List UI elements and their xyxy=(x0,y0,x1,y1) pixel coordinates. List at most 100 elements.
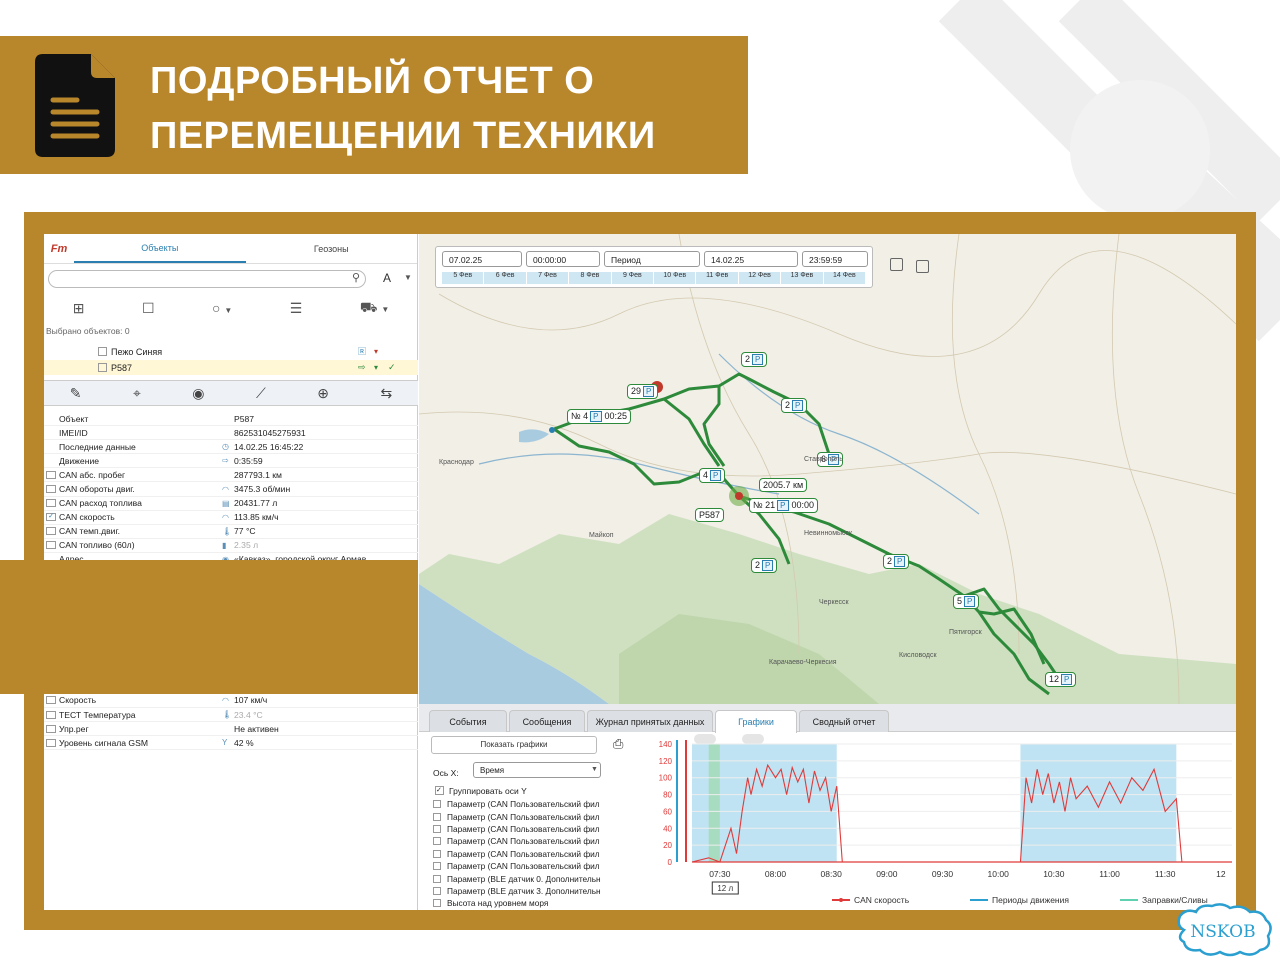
param-checkbox[interactable] xyxy=(433,899,441,908)
show-graphs-button[interactable]: Показать графики xyxy=(431,736,597,754)
label-text: 2 xyxy=(887,556,893,566)
arrow-up-circle-icon[interactable]: ⊕ xyxy=(317,385,329,402)
tab-events[interactable]: События xyxy=(429,710,507,732)
param-checkbox[interactable] xyxy=(433,862,441,871)
eye-icon[interactable]: ◉ xyxy=(192,385,204,402)
day-cell[interactable]: 11 Фев xyxy=(696,272,739,284)
circle-select-icon[interactable]: ○ ▼ xyxy=(212,300,232,316)
edit-icon[interactable]: ✎ xyxy=(70,385,82,402)
tab-summary[interactable]: Сводный отчет xyxy=(799,710,889,732)
chevron-down-icon[interactable]: ▼ xyxy=(404,273,412,282)
day-cell[interactable]: 6 Фев xyxy=(484,272,527,284)
day-cell[interactable]: 13 Фев xyxy=(781,272,824,284)
property-checkbox[interactable] xyxy=(46,724,56,733)
property-checkbox[interactable] xyxy=(46,527,56,536)
param-row[interactable]: Параметр (BLE датчик 3. Дополнительн xyxy=(433,885,631,897)
param-row[interactable]: Параметр (CAN Пользовательский фил xyxy=(433,823,631,835)
property-value: 287793.1 км xyxy=(234,469,282,480)
map-point-label[interactable]: 29 P xyxy=(627,384,659,399)
param-row[interactable]: Параметр (CAN Пользовательский фил xyxy=(433,860,631,872)
map-point-label[interactable]: № 21 P 00:00 xyxy=(749,498,819,513)
param-row[interactable]: Параметр (BLE датчик 0. Дополнительн xyxy=(433,872,631,884)
param-label: Параметр (CAN Пользовательский фил xyxy=(447,836,600,847)
day-cell[interactable]: 14 Фев xyxy=(823,272,867,284)
day-cell[interactable]: 9 Фев xyxy=(611,272,655,284)
map-point-label[interactable]: № 4 P 00:25 xyxy=(567,409,632,424)
day-cell[interactable]: 5 Фев xyxy=(442,272,485,284)
tab-data-log[interactable]: Журнал принятых данных xyxy=(587,710,713,732)
property-checkbox[interactable] xyxy=(46,470,56,479)
param-checkbox[interactable] xyxy=(433,800,441,809)
map-point-label[interactable]: 12 P xyxy=(1045,672,1077,687)
property-checkbox[interactable]: ✓ xyxy=(46,513,56,522)
sort-icon[interactable]: A xyxy=(383,271,391,285)
vehicle-icon[interactable]: ⛟ ▼ xyxy=(360,299,389,318)
tab-objects[interactable]: Объекты xyxy=(74,234,246,263)
object-checkbox[interactable] xyxy=(98,347,107,356)
day-cell[interactable]: 12 Фев xyxy=(738,272,782,284)
square-select-icon[interactable]: ☐ xyxy=(142,300,155,317)
map-point-label[interactable]: 4P xyxy=(699,468,726,483)
graph-icon[interactable]: ⟋ xyxy=(256,385,266,402)
param-row[interactable]: Параметр (CAN Пользовательский фил xyxy=(433,798,631,810)
property-checkbox[interactable] xyxy=(46,499,56,508)
object-row-selected[interactable]: Р587 ⇨ ▾ ✓ xyxy=(44,360,418,375)
tab-graphs[interactable]: Графики xyxy=(715,710,797,733)
day-timeline[interactable]: 5 Фев 6 Фев 7 Фев 8 Фев 9 Фев 10 Фев 11 Фев 12 … xyxy=(442,272,867,284)
period-select[interactable]: Период xyxy=(604,251,700,267)
day-cell[interactable]: 10 Фев xyxy=(654,272,697,284)
param-checkbox[interactable] xyxy=(433,874,441,883)
map-point-label[interactable]: 2P xyxy=(741,352,768,367)
param-row[interactable]: Параметр (CAN Пользовательский фил xyxy=(433,810,631,822)
map-point-label[interactable]: Р587 xyxy=(695,508,725,522)
map-point-label[interactable]: 2P xyxy=(751,558,778,573)
map-point-label[interactable]: 2P xyxy=(781,398,808,413)
map-point-label[interactable]: 2P xyxy=(883,554,910,569)
location-pin-icon[interactable]: ⌖ xyxy=(133,385,141,402)
list-icon[interactable]: ☰ xyxy=(290,300,303,317)
route-icon[interactable]: ⇆ xyxy=(380,385,392,402)
param-label: Параметр (BLE датчик 3. Дополнительн xyxy=(447,885,601,896)
search-input[interactable] xyxy=(48,270,366,288)
param-checkbox[interactable] xyxy=(433,849,441,858)
day-cell[interactable]: 8 Фев xyxy=(569,272,612,284)
param-row[interactable]: Параметр (CAN Пользовательский фил xyxy=(433,835,631,847)
print-icon[interactable]: ⎙ xyxy=(613,736,623,752)
search-icon[interactable]: ⚲ xyxy=(352,271,360,284)
property-checkbox[interactable] xyxy=(46,710,56,719)
param-row[interactable]: Параметр (CAN Пользовательский фил xyxy=(433,848,631,860)
day-cell[interactable]: 7 Фев xyxy=(526,272,570,284)
object-row[interactable]: Пежо Синяя 🅁 ▾ xyxy=(44,344,418,359)
group-y-checkbox[interactable]: ✓ xyxy=(435,786,444,795)
map-point-label[interactable]: 2005.7 км xyxy=(759,478,808,492)
parking-icon: P xyxy=(964,596,976,607)
tab-messages[interactable]: Сообщения xyxy=(509,710,585,732)
time-to-input[interactable]: 23:59:59 xyxy=(802,251,868,267)
param-row[interactable]: Высота над уровнем моря xyxy=(433,897,631,909)
calendar-icon[interactable] xyxy=(916,260,929,273)
map-view[interactable]: 07.02.25 00:00:00 Период 14.02.25 23:59:… xyxy=(419,234,1236,704)
time-from-input[interactable]: 00:00:00 xyxy=(526,251,600,267)
property-checkbox[interactable] xyxy=(46,485,56,494)
add-object-icon[interactable]: ⊞ xyxy=(73,300,85,317)
date-to-input[interactable]: 14.02.25 xyxy=(704,251,798,267)
save-icon[interactable] xyxy=(890,258,903,271)
param-checkbox[interactable] xyxy=(433,812,441,821)
param-checkbox[interactable] xyxy=(433,886,441,895)
axis-x-select[interactable]: Время xyxy=(473,762,601,778)
param-checkbox[interactable] xyxy=(433,837,441,846)
param-label: Параметр (CAN Пользовательский фил xyxy=(447,799,600,810)
property-checkbox[interactable] xyxy=(46,696,56,705)
tab-geozones[interactable]: Геозоны xyxy=(246,234,418,263)
parking-icon: P xyxy=(710,470,722,481)
property-checkbox[interactable] xyxy=(46,738,56,747)
vehicle-marker[interactable] xyxy=(735,492,743,500)
object-checkbox[interactable] xyxy=(98,363,107,372)
map-point-label[interactable]: 5P xyxy=(953,594,980,609)
param-checkbox[interactable] xyxy=(433,824,441,833)
property-row: CAN расход топлива ▤ 20431.77 л xyxy=(44,497,418,511)
property-checkbox[interactable] xyxy=(46,541,56,550)
date-from-input[interactable]: 07.02.25 xyxy=(442,251,522,267)
label-text: № 4 xyxy=(571,411,589,421)
property-row: CAN топливо (60л) ▮ 2.35 л xyxy=(44,539,418,553)
